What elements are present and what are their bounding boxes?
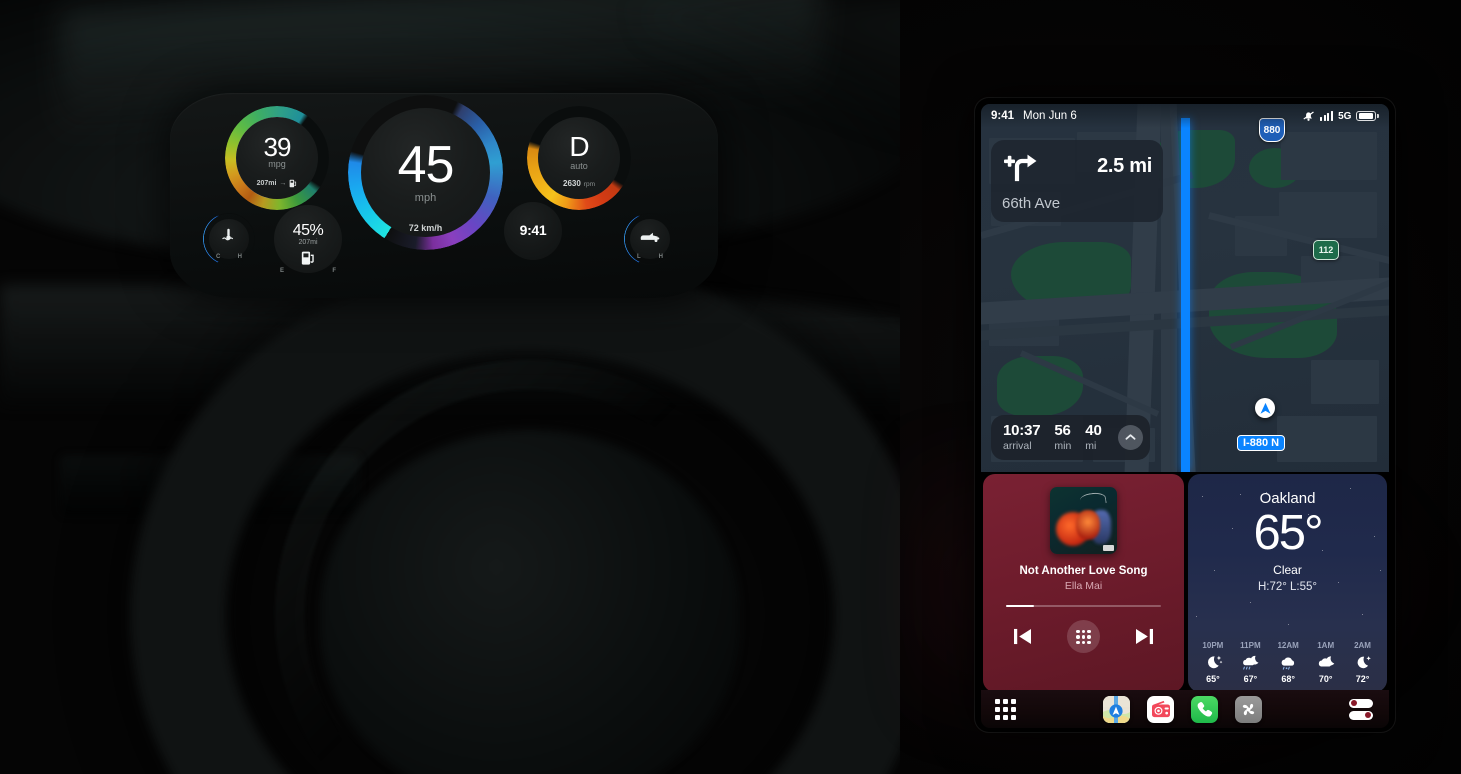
arrow-right-icon: → bbox=[279, 180, 287, 187]
weather-widget[interactable]: Oakland 65° Clear H:72° L:55° 10PM 65° 1… bbox=[1188, 474, 1387, 692]
gear-value: D bbox=[569, 131, 589, 162]
carplay-screen: 880 112 I-880 N 9:41 Mon Jun 6 5G 2.5 mi… bbox=[981, 104, 1389, 728]
map-view[interactable]: 880 112 I-880 N 9:41 Mon Jun 6 5G 2.5 mi… bbox=[981, 104, 1389, 472]
weather-temperature: 65° bbox=[1253, 506, 1323, 560]
forecast-hour: 10PM 65° bbox=[1202, 641, 1224, 684]
fuel-pump-icon bbox=[301, 251, 314, 265]
eta-card[interactable]: 10:37 arrival 56 min 40 mi bbox=[991, 415, 1150, 460]
oil-can-icon bbox=[640, 232, 660, 243]
status-time: 9:41 bbox=[991, 110, 1015, 122]
coolant-temp-icon bbox=[222, 228, 234, 241]
climate-app-icon[interactable] bbox=[1235, 695, 1262, 723]
maps-app-icon[interactable] bbox=[1103, 695, 1130, 723]
coolant-temp-gauge: C H bbox=[203, 213, 255, 265]
battery-full-icon bbox=[1356, 111, 1379, 121]
radio-app-icon[interactable] bbox=[1147, 695, 1174, 723]
forecast-hour: 2AM 72° bbox=[1354, 641, 1371, 684]
dock bbox=[981, 690, 1389, 728]
eta-distance: 40 mi bbox=[1085, 422, 1102, 452]
speed-metric: 72 km/h bbox=[408, 223, 443, 233]
moon-cloud-drizzle-icon bbox=[1243, 655, 1259, 670]
fuel-empty-label: E bbox=[280, 268, 285, 274]
network-label: 5G bbox=[1338, 110, 1352, 122]
nav-street-name: 66th Ave bbox=[1002, 195, 1061, 212]
climate-toggle-icon[interactable] bbox=[1349, 696, 1375, 722]
moon-stars-icon bbox=[1207, 655, 1223, 669]
phone-app-icon[interactable] bbox=[1191, 695, 1218, 723]
speed-value: 45 bbox=[397, 136, 455, 194]
fuel-gauge: 45% 207mi E F bbox=[269, 200, 347, 278]
moon-stars-icon bbox=[1357, 656, 1371, 669]
now-playing-widget[interactable]: Not Another Love Song Ella Mai bbox=[983, 474, 1184, 692]
steering-wheel-hub bbox=[320, 430, 740, 774]
fuel-percent: 45% bbox=[292, 222, 324, 239]
navigation-card[interactable]: 2.5 mi 66th Ave bbox=[991, 140, 1163, 222]
clock-time: 9:41 bbox=[519, 222, 547, 238]
forecast-hour: 11PM 67° bbox=[1240, 641, 1261, 684]
status-date: Mon Jun 6 bbox=[1023, 110, 1077, 122]
weather-high-low: H:72° L:55° bbox=[1257, 581, 1318, 593]
forecast-hour: 12AM 68° bbox=[1277, 641, 1299, 684]
mpg-unit: mpg bbox=[268, 159, 286, 169]
instrument-cluster: 39 mpg 207mi → 45 mph 72 km/h D auto 263… bbox=[170, 93, 718, 298]
forecast-hour: 1AM 70° bbox=[1317, 641, 1335, 684]
app-grid-icon[interactable] bbox=[1067, 620, 1100, 654]
widget-row: Not Another Love Song Ella Mai Oakland 6… bbox=[981, 474, 1389, 692]
next-track-icon[interactable] bbox=[1134, 628, 1155, 645]
oil-gauge: L H bbox=[624, 213, 676, 265]
carplay-display: 880 112 I-880 N 9:41 Mon Jun 6 5G 2.5 mi… bbox=[975, 98, 1395, 732]
cloud-sleet-icon bbox=[1281, 657, 1295, 670]
track-artist: Ella Mai bbox=[1064, 580, 1103, 592]
eta-duration: 56 min bbox=[1054, 422, 1072, 452]
chevron-up-icon bbox=[1125, 434, 1136, 440]
cellular-bars-icon bbox=[1320, 111, 1334, 121]
fuel-range: 207mi bbox=[298, 239, 318, 246]
rpm-value: 2630 bbox=[563, 179, 581, 188]
mpg-gauge: 39 mpg 207mi → bbox=[220, 101, 334, 215]
fuel-pump-icon bbox=[290, 179, 297, 188]
turn-right-icon bbox=[1004, 154, 1037, 182]
eta-arrival: 10:37 arrival bbox=[1003, 422, 1041, 452]
coolant-low-label: C bbox=[216, 254, 221, 260]
route-line bbox=[1180, 118, 1190, 472]
oil-high-label: H bbox=[658, 254, 663, 260]
state-route-shield-112: 112 bbox=[1313, 240, 1339, 260]
nav-distance: 2.5 mi bbox=[1097, 154, 1152, 177]
bell-muted-icon bbox=[1303, 111, 1314, 121]
gear-mode: auto bbox=[570, 161, 588, 171]
app-grid-icon[interactable] bbox=[995, 698, 1016, 720]
gear-gauge: D auto 2630 rpm bbox=[527, 106, 631, 210]
fuel-full-label: F bbox=[332, 268, 336, 274]
status-bar: 9:41 Mon Jun 6 5G bbox=[981, 104, 1389, 128]
previous-track-icon[interactable] bbox=[1012, 628, 1033, 645]
rpm-unit: rpm bbox=[583, 181, 595, 188]
oil-low-label: L bbox=[637, 254, 641, 260]
track-title: Not Another Love Song bbox=[1019, 565, 1148, 577]
album-artwork bbox=[1050, 487, 1117, 554]
cluster-clock: 9:41 bbox=[500, 198, 566, 264]
eta-expand-button[interactable] bbox=[1117, 424, 1143, 450]
speedometer-gauge: 45 mph 72 km/h bbox=[348, 95, 503, 250]
mpg-range: 207mi bbox=[256, 180, 277, 187]
coolant-high-label: H bbox=[237, 254, 242, 260]
weather-city: Oakland bbox=[1259, 490, 1316, 507]
playback-progress-bar[interactable] bbox=[1006, 605, 1161, 608]
weather-condition: Clear bbox=[1273, 563, 1302, 577]
moon-cloud-icon bbox=[1318, 656, 1334, 667]
road-label: I-880 N bbox=[1237, 435, 1286, 451]
speed-unit: mph bbox=[414, 192, 437, 204]
navigation-puck-icon bbox=[1255, 398, 1275, 418]
hourly-forecast: 10PM 65° 11PM 67° 12AM 68° 1AM 70° 2AM 7… bbox=[1188, 641, 1387, 684]
